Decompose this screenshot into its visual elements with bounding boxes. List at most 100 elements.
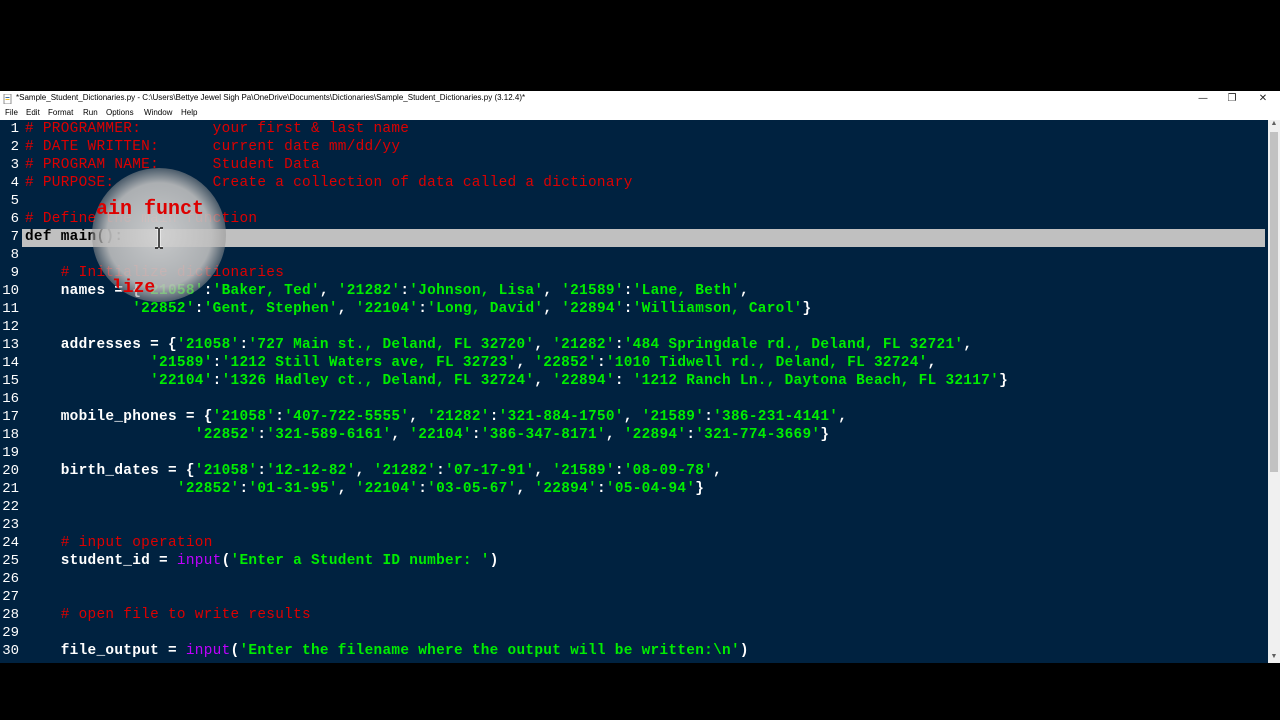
code-plain: } (820, 427, 830, 443)
code-plain: : (614, 463, 624, 479)
menu-format[interactable]: Format (48, 108, 73, 117)
vertical-scrollbar[interactable]: ▲ ▼ (1268, 120, 1280, 663)
code-plain: mobile_phones = { (25, 409, 213, 425)
code-string: 'Lane, Beth' (632, 283, 740, 299)
code-plain: : (686, 427, 696, 443)
code-string: '22852' (176, 481, 240, 497)
line-number: 15 (2, 373, 19, 389)
code-plain: : (596, 481, 606, 497)
code-plain: , (739, 283, 749, 299)
title-bar[interactable]: *Sample_Student_Dictionaries.py - C:\Use… (0, 91, 1280, 107)
code-string: '727 Main st., Deland, FL 32720' (248, 337, 535, 353)
code-string: '407-722-5555' (284, 409, 410, 425)
line-number: 23 (2, 517, 19, 533)
code-plain: student_id = (25, 553, 177, 569)
code-comment: # DATE WRITTEN: current date mm/dd/yy (25, 139, 401, 155)
code-plain (25, 481, 177, 497)
line-number: 24 (2, 535, 19, 551)
code-plain: addresses = { (25, 337, 177, 353)
code-line[interactable]: birth_dates = {'21058':'12-12-82', '2128… (25, 463, 722, 481)
line-number: 2 (10, 139, 19, 155)
menu-window[interactable]: Window (144, 108, 172, 117)
code-plain: , (838, 409, 848, 425)
code-string: '386-347-8171' (480, 427, 606, 443)
code-string: '22852' (132, 301, 195, 317)
line-number: 17 (2, 409, 19, 425)
code-line[interactable]: '22852':'Gent, Stephen', '22104':'Long, … (25, 301, 811, 319)
code-plain: : (203, 283, 213, 299)
minimize-button[interactable]: — (1188, 91, 1218, 107)
code-string: '1010 Tidwell rd., Deland, FL 32724' (605, 355, 928, 371)
code-plain: : (418, 481, 428, 497)
code-plain: file_output = (25, 643, 186, 659)
code-builtin: input (185, 643, 231, 659)
code-line[interactable]: '22852':'321-589-6161', '22104':'386-347… (25, 427, 829, 445)
code-plain: } (695, 481, 705, 497)
menu-edit[interactable]: Edit (26, 108, 40, 117)
code-string: '321-774-3669' (695, 427, 821, 443)
menu-file[interactable]: File (5, 108, 18, 117)
line-number: 20 (2, 463, 19, 479)
code-line[interactable]: '21589':'1212 Still Waters ave, FL 32723… (25, 355, 937, 373)
line-number: 27 (2, 589, 19, 605)
restore-button[interactable]: ❐ (1217, 91, 1247, 107)
code-plain: , (963, 337, 973, 353)
code-string: '21589' (150, 355, 213, 371)
code-plain: : (212, 355, 222, 371)
code-string: '386-231-4141' (713, 409, 839, 425)
code-string: 'Gent, Stephen' (203, 301, 338, 317)
code-string: '03-05-67' (427, 481, 517, 497)
code-plain: , (516, 481, 535, 497)
code-string: '08-09-78' (623, 463, 714, 479)
code-string: '21058' (212, 409, 276, 425)
line-number: 19 (2, 445, 19, 461)
code-string: '321-884-1750' (498, 409, 624, 425)
code-string: 'Johnson, Lisa' (409, 283, 544, 299)
code-plain: : (614, 337, 624, 353)
code-plain: : (471, 427, 481, 443)
scroll-down-arrow-icon[interactable]: ▼ (1269, 653, 1279, 663)
code-string: '05-04-94' (605, 481, 696, 497)
scrollbar-thumb[interactable] (1270, 132, 1278, 472)
code-plain: , (319, 283, 338, 299)
line-number: 25 (2, 553, 19, 569)
code-string: '22894' (561, 301, 624, 317)
code-plain: , (355, 463, 374, 479)
code-line[interactable]: mobile_phones = {'21058': '407-722-5555',… (25, 409, 847, 427)
code-line[interactable]: # open file to write results (25, 607, 311, 625)
close-button[interactable]: ✕ (1248, 91, 1278, 107)
code-line[interactable]: # DATE WRITTEN: current date mm/dd/yy (25, 139, 400, 157)
code-line[interactable]: # input operation (25, 535, 213, 553)
code-plain: : (623, 301, 633, 317)
magnified-text-2: lize (112, 278, 156, 298)
menu-options[interactable]: Options (106, 108, 134, 117)
code-string: 'Baker, Ted' (212, 283, 320, 299)
code-string: '07-17-91' (445, 463, 535, 479)
code-plain: , (534, 337, 553, 353)
code-string: '21058' (194, 463, 258, 479)
menu-run[interactable]: Run (83, 108, 98, 117)
line-number: 28 (2, 607, 19, 623)
code-plain: : (257, 463, 267, 479)
code-line[interactable]: addresses = {'21058': '727 Main st., Dela… (25, 337, 972, 355)
line-number: 6 (10, 211, 19, 227)
code-string: '22894' (623, 427, 687, 443)
line-number: 13 (2, 337, 19, 353)
menu-help[interactable]: Help (181, 108, 197, 117)
code-string: '12-12-82' (266, 463, 356, 479)
code-line[interactable]: student_id = input('Enter a Student ID n… (25, 553, 499, 571)
code-line[interactable]: file_output = input('Enter the filename … (25, 643, 749, 661)
code-line[interactable]: '22852':'01-31-95', '22104':'03-05-67', … (25, 481, 704, 499)
code-line[interactable]: '22104':'1326 Hadley ct., Deland, FL 327… (25, 373, 1008, 391)
line-number-gutter: 1 2 3 4 5 6 7 8 9 10 11 12 13 14 15 16 17 18 19 20 21 22 23 24 2… (0, 120, 22, 663)
line-number: 4 (10, 175, 19, 191)
code-line[interactable]: # PROGRAMMER: your first & last name (25, 121, 409, 139)
code-plain: : (489, 409, 499, 425)
code-string: '21282' (427, 409, 490, 425)
scroll-up-arrow-icon[interactable]: ▲ (1269, 120, 1279, 130)
code-plain: : (614, 373, 633, 389)
code-plain: , (337, 481, 356, 497)
code-plain: , (409, 409, 428, 425)
code-string: '22104' (355, 301, 419, 317)
line-number: 14 (2, 355, 19, 371)
